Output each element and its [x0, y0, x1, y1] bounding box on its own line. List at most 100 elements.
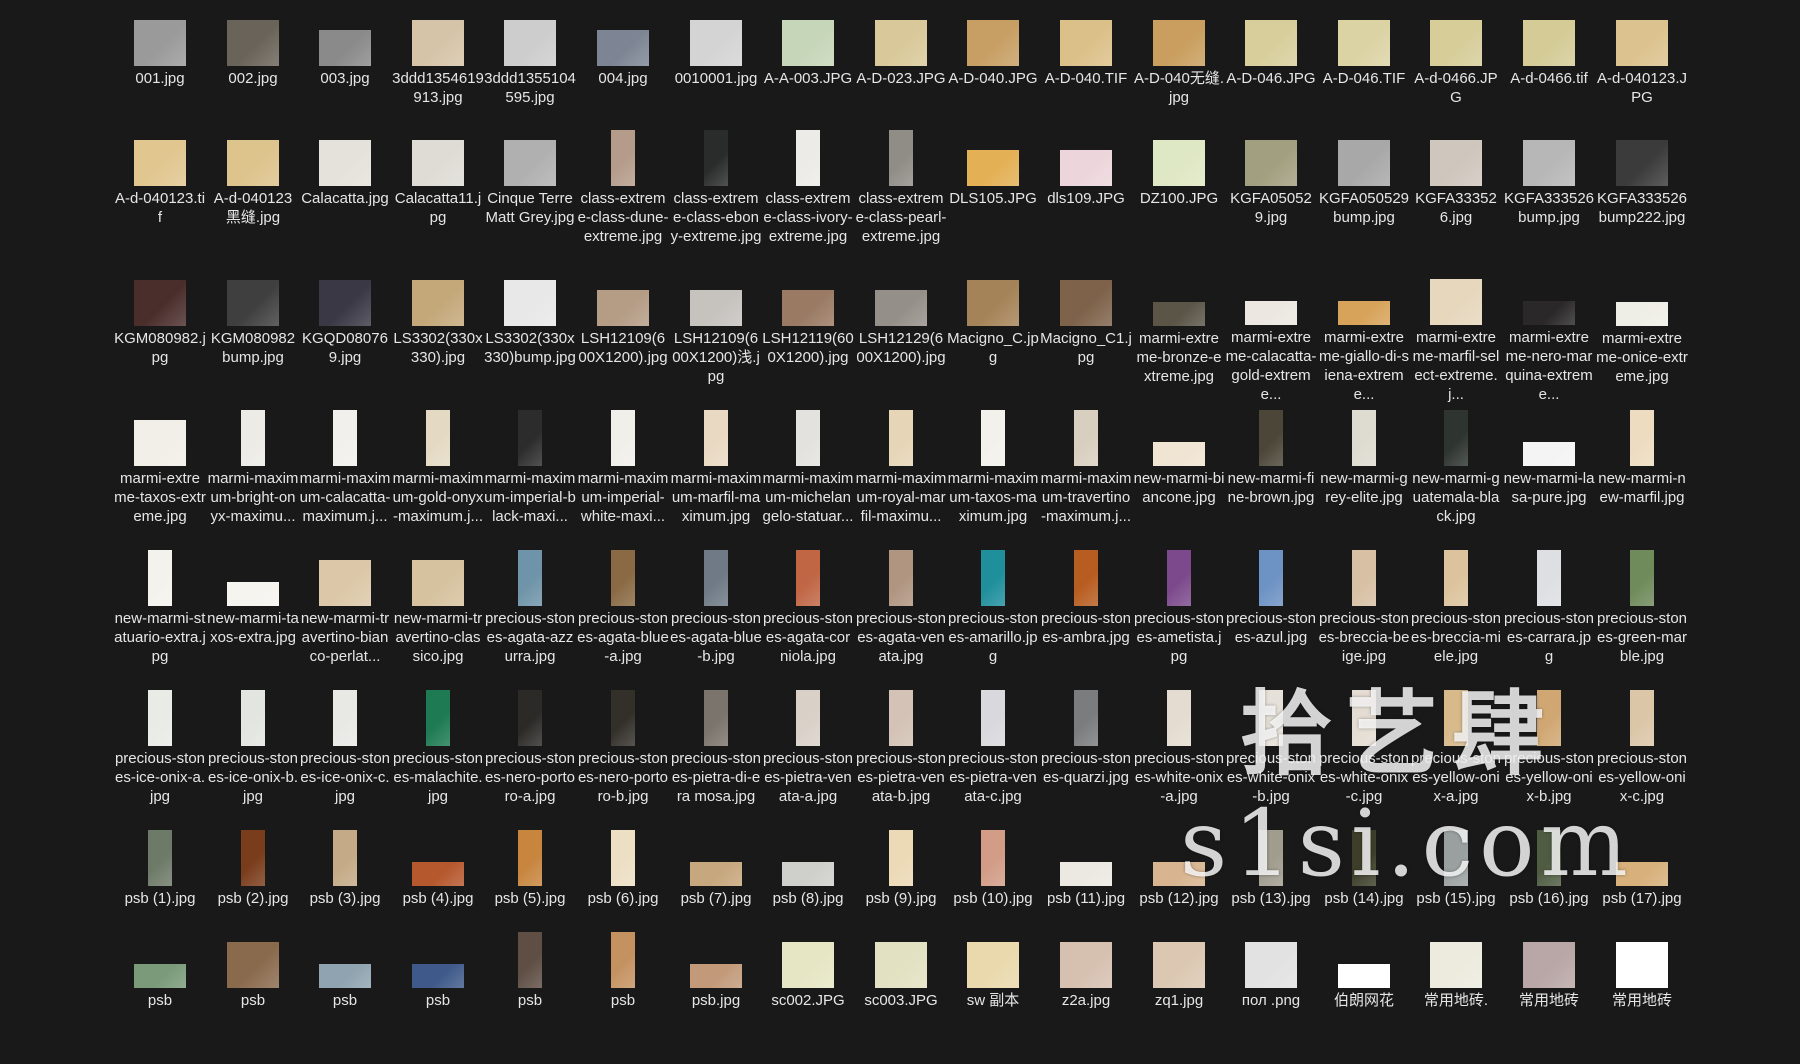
- file-item[interactable]: marmi-maximum-michelangelo-statuar...: [762, 406, 854, 542]
- file-item[interactable]: A-D-040.TIF: [1040, 6, 1132, 142]
- file-item[interactable]: marmi-maximum-gold-onyx-maximum.j...: [392, 406, 484, 542]
- file-item[interactable]: 003.jpg: [299, 6, 391, 142]
- file-item[interactable]: DZ100.JPG: [1133, 126, 1225, 262]
- file-item[interactable]: KGM080982.jpg: [114, 266, 206, 402]
- file-item[interactable]: new-marmi-travertino-classico.jpg: [392, 546, 484, 682]
- file-item[interactable]: A-D-040.JPG: [947, 6, 1039, 142]
- file-item[interactable]: precious-stones-breccia-miele.jpg: [1410, 546, 1502, 682]
- file-item[interactable]: new-marmi-fine-brown.jpg: [1225, 406, 1317, 542]
- file-item[interactable]: 常用地砖: [1596, 928, 1688, 1064]
- file-item[interactable]: A-A-003.JPG: [762, 6, 854, 142]
- file-item[interactable]: 3ddd1355104595.jpg: [484, 6, 576, 142]
- file-item[interactable]: precious-stones-yellow-onix-b.jpg: [1503, 686, 1595, 822]
- file-item[interactable]: new-marmi-biancone.jpg: [1133, 406, 1225, 542]
- file-item[interactable]: new-marmi-travertino-bianco-perlat...: [299, 546, 391, 682]
- file-item[interactable]: Macigno_C1.jpg: [1040, 266, 1132, 402]
- file-item[interactable]: marmi-extreme-onice-extreme.jpg: [1596, 266, 1688, 402]
- file-item[interactable]: A-d-040123黑缝.jpg: [207, 126, 299, 262]
- file-item[interactable]: KGFA333526bump.jpg: [1503, 126, 1595, 262]
- file-item[interactable]: new-marmi-guatemala-black.jpg: [1410, 406, 1502, 542]
- file-item[interactable]: precious-stones-white-onix-c.jpg: [1318, 686, 1410, 822]
- file-item[interactable]: A-D-046.JPG: [1225, 6, 1317, 142]
- file-item[interactable]: precious-stones-ambra.jpg: [1040, 546, 1132, 682]
- file-item[interactable]: precious-stones-ametista.jpg: [1133, 546, 1225, 682]
- file-item[interactable]: z2a.jpg: [1040, 928, 1132, 1064]
- file-item[interactable]: psb: [484, 928, 576, 1064]
- file-item[interactable]: 0010001.jpg: [670, 6, 762, 142]
- file-item[interactable]: Cinque Terre Matt Grey.jpg: [484, 126, 576, 262]
- file-item[interactable]: A-d-040123.JPG: [1596, 6, 1688, 142]
- file-item[interactable]: psb: [114, 928, 206, 1064]
- file-item[interactable]: precious-stones-agata-blue-b.jpg: [670, 546, 762, 682]
- file-item[interactable]: sw 副本: [947, 928, 1039, 1064]
- file-item[interactable]: DLS105.JPG: [947, 126, 1039, 262]
- file-item[interactable]: class-extreme-class-pearl-extreme.jpg: [855, 126, 947, 262]
- file-item[interactable]: new-marmi-grey-elite.jpg: [1318, 406, 1410, 542]
- file-item[interactable]: psb: [207, 928, 299, 1064]
- file-item[interactable]: LSH12109(600X1200).jpg: [577, 266, 669, 402]
- file-item[interactable]: 001.jpg: [114, 6, 206, 142]
- file-item[interactable]: precious-stones-agata-blue-a.jpg: [577, 546, 669, 682]
- file-item[interactable]: precious-stones-yellow-onix-c.jpg: [1596, 686, 1688, 822]
- file-item[interactable]: precious-stones-agata-venata.jpg: [855, 546, 947, 682]
- file-item[interactable]: precious-stones-ice-onix-b.jpg: [207, 686, 299, 822]
- file-item[interactable]: marmi-extreme-nero-marquina-extreme...: [1503, 266, 1595, 402]
- file-item[interactable]: psb: [299, 928, 391, 1064]
- file-item[interactable]: LS3302(330x330)bump.jpg: [484, 266, 576, 402]
- file-item[interactable]: пол .png: [1225, 928, 1317, 1064]
- file-item[interactable]: Macigno_C.jpg: [947, 266, 1039, 402]
- file-item[interactable]: class-extreme-class-dune-extreme.jpg: [577, 126, 669, 262]
- file-item[interactable]: zq1.jpg: [1133, 928, 1225, 1064]
- file-item[interactable]: KGM080982bump.jpg: [207, 266, 299, 402]
- file-item[interactable]: precious-stones-quarzi.jpg: [1040, 686, 1132, 822]
- file-item[interactable]: precious-stones-agata-azzurra.jpg: [484, 546, 576, 682]
- file-item[interactable]: precious-stones-agata-corniola.jpg: [762, 546, 854, 682]
- file-item[interactable]: A-d-0466.tif: [1503, 6, 1595, 142]
- file-item[interactable]: LSH12119(600X1200).jpg: [762, 266, 854, 402]
- file-item[interactable]: precious-stones-pietra-venata-c.jpg: [947, 686, 1039, 822]
- file-item[interactable]: precious-stones-white-onix-b.jpg: [1225, 686, 1317, 822]
- file-item[interactable]: sc003.JPG: [855, 928, 947, 1064]
- file-item[interactable]: 常用地砖: [1503, 928, 1595, 1064]
- file-item[interactable]: marmi-maximum-travertino-maximum.j...: [1040, 406, 1132, 542]
- file-item[interactable]: precious-stones-yellow-onix-a.jpg: [1410, 686, 1502, 822]
- file-item[interactable]: precious-stones-nero-portoro-b.jpg: [577, 686, 669, 822]
- file-item[interactable]: A-D-046.TIF: [1318, 6, 1410, 142]
- file-item[interactable]: KGFA050529.jpg: [1225, 126, 1317, 262]
- file-item[interactable]: marmi-maximum-imperial-black-maxi...: [484, 406, 576, 542]
- file-item[interactable]: KGFA050529bump.jpg: [1318, 126, 1410, 262]
- file-item[interactable]: A-D-040无缝.jpg: [1133, 6, 1225, 142]
- file-item[interactable]: KGFA333526bump222.jpg: [1596, 126, 1688, 262]
- file-item[interactable]: 002.jpg: [207, 6, 299, 142]
- file-item[interactable]: new-marmi-taxos-extra.jpg: [207, 546, 299, 682]
- file-item[interactable]: psb: [577, 928, 669, 1064]
- file-item[interactable]: KGFA333526.jpg: [1410, 126, 1502, 262]
- file-item[interactable]: dls109.JPG: [1040, 126, 1132, 262]
- file-item[interactable]: new-marmi-new-marfil.jpg: [1596, 406, 1688, 542]
- file-item[interactable]: 3ddd1354619913.jpg: [392, 6, 484, 142]
- file-item[interactable]: A-D-023.JPG: [855, 6, 947, 142]
- file-item[interactable]: precious-stones-white-onix-a.jpg: [1133, 686, 1225, 822]
- file-item[interactable]: precious-stones-carrara.jpg: [1503, 546, 1595, 682]
- file-item[interactable]: new-marmi-lasa-pure.jpg: [1503, 406, 1595, 542]
- file-item[interactable]: LSH12109(600X1200)浅.jpg: [670, 266, 762, 402]
- file-item[interactable]: Calacatta.jpg: [299, 126, 391, 262]
- file-item[interactable]: Calacatta11.jpg: [392, 126, 484, 262]
- file-item[interactable]: precious-stones-azul.jpg: [1225, 546, 1317, 682]
- file-item[interactable]: sc002.JPG: [762, 928, 854, 1064]
- file-item[interactable]: new-marmi-statuario-extra.jpg: [114, 546, 206, 682]
- file-item[interactable]: precious-stones-amarillo.jpg: [947, 546, 1039, 682]
- file-item[interactable]: psb.jpg: [670, 928, 762, 1064]
- file-item[interactable]: 004.jpg: [577, 6, 669, 142]
- file-item[interactable]: marmi-extreme-giallo-di-siena-extreme...: [1318, 266, 1410, 402]
- file-item[interactable]: marmi-maximum-imperial-white-maxi...: [577, 406, 669, 542]
- file-item[interactable]: marmi-maximum-marfil-maximum.jpg: [670, 406, 762, 542]
- file-item[interactable]: marmi-extreme-taxos-extreme.jpg: [114, 406, 206, 542]
- file-item[interactable]: marmi-maximum-calacatta-maximum.j...: [299, 406, 391, 542]
- file-item[interactable]: precious-stones-pietra-di-era mosa.jpg: [670, 686, 762, 822]
- file-item[interactable]: precious-stones-breccia-beige.jpg: [1318, 546, 1410, 682]
- file-item[interactable]: class-extreme-class-ivory-extreme.jpg: [762, 126, 854, 262]
- file-item[interactable]: precious-stones-nero-portoro-a.jpg: [484, 686, 576, 822]
- file-item[interactable]: precious-stones-pietra-venata-a.jpg: [762, 686, 854, 822]
- file-item[interactable]: marmi-maximum-bright-onyx-maximu...: [207, 406, 299, 542]
